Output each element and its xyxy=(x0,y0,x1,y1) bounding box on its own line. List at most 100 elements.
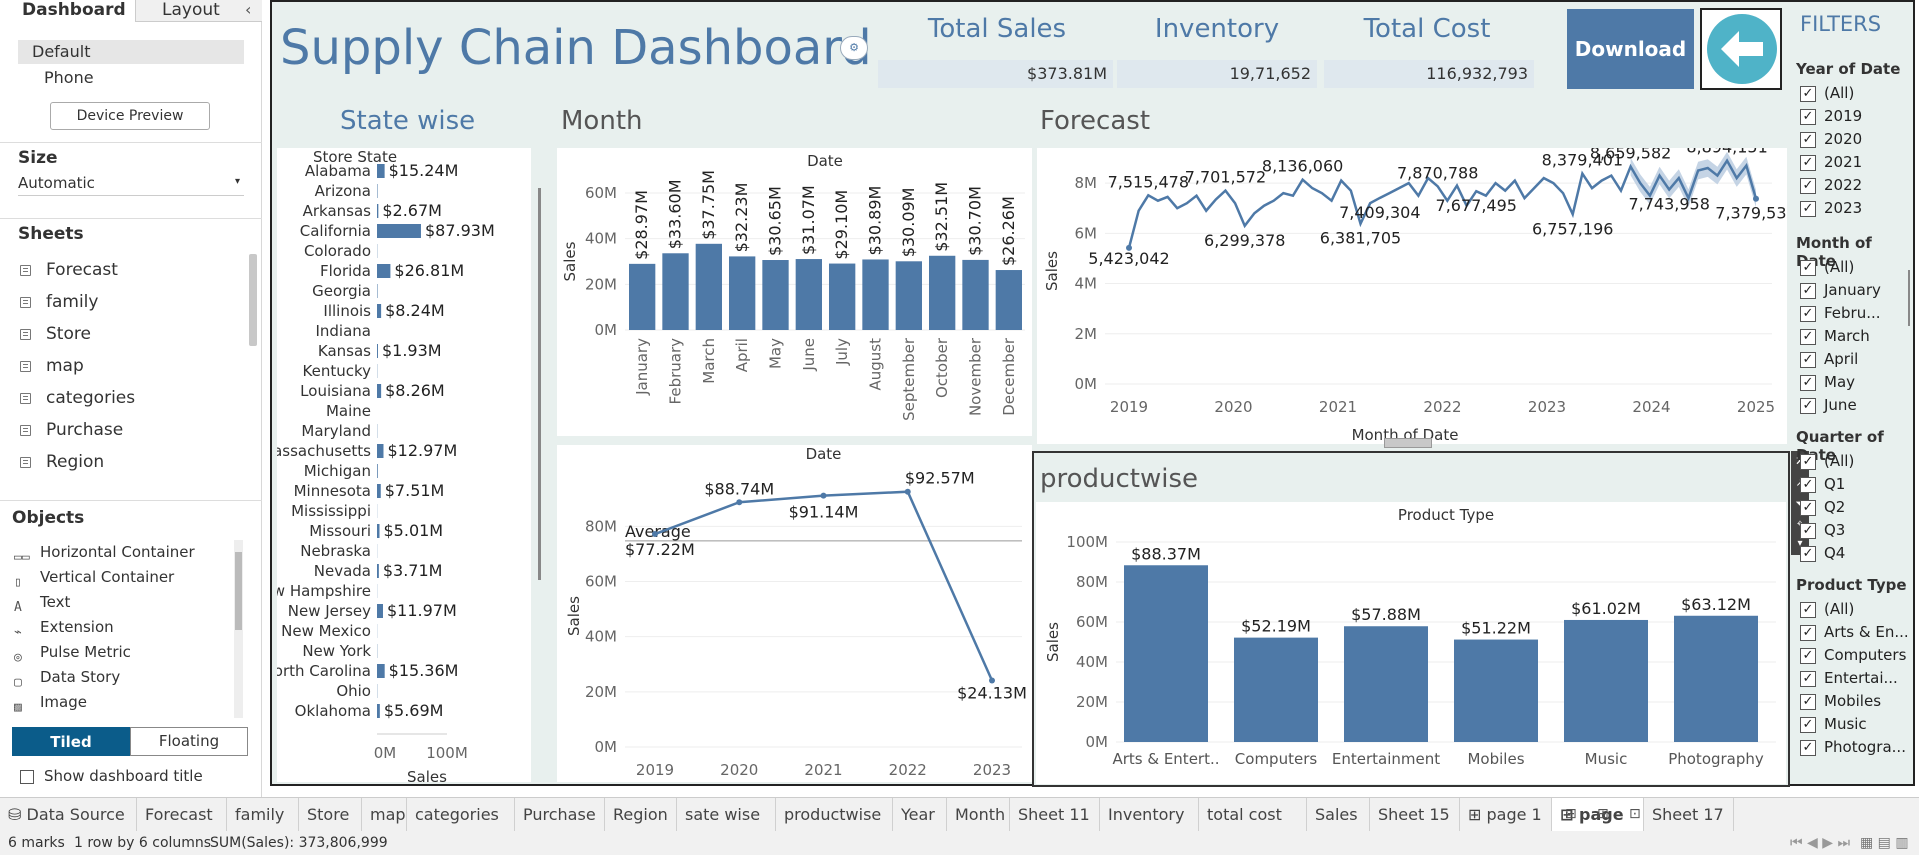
sheet-tab[interactable]: ⊞ page 1 xyxy=(1460,798,1552,831)
sheet-tab[interactable]: Forecast xyxy=(137,798,227,831)
new-story-icon[interactable]: ⊡ xyxy=(1629,799,1641,829)
filter-scrollbar[interactable] xyxy=(1908,270,1910,326)
month-bar[interactable] xyxy=(695,243,722,330)
sheet-tab[interactable]: Purchase xyxy=(515,798,605,831)
sheet-scrollbar[interactable] xyxy=(249,254,257,346)
resize-handle[interactable] xyxy=(1384,438,1432,448)
tab-layout[interactable]: Layout xyxy=(140,0,240,22)
filter-checkbox[interactable]: ✓ xyxy=(1800,375,1816,391)
product-bar[interactable] xyxy=(1564,619,1648,742)
state-bar[interactable] xyxy=(377,704,380,718)
filter-checkbox[interactable]: ✓ xyxy=(1800,454,1816,470)
sheet-tab[interactable]: family xyxy=(227,798,299,831)
state-bar[interactable] xyxy=(377,224,421,238)
year-point[interactable] xyxy=(736,499,743,506)
sheet-tab[interactable]: map xyxy=(362,798,407,831)
year-point[interactable] xyxy=(652,531,658,538)
product-bar[interactable] xyxy=(1234,637,1318,742)
show-title-checkbox[interactable] xyxy=(20,770,34,784)
sheet-item[interactable]: Purchase xyxy=(0,414,250,446)
filter-checkbox[interactable]: ✓ xyxy=(1800,155,1816,171)
grid-view-icon[interactable]: ▦ ▤ ▥ xyxy=(1860,831,1909,855)
year-point[interactable] xyxy=(904,488,911,495)
filter-checkbox[interactable]: ✓ xyxy=(1800,86,1816,102)
sheet-tab[interactable]: ⛁ Data Source xyxy=(0,798,137,831)
filter-checkbox[interactable]: ✓ xyxy=(1800,398,1816,414)
size-dropdown[interactable]: Automatic ▾ xyxy=(18,174,244,196)
state-bar[interactable] xyxy=(377,384,382,398)
month-bar[interactable] xyxy=(895,261,922,330)
state-bar[interactable] xyxy=(377,564,379,578)
chevron-left-icon[interactable]: ‹ xyxy=(245,0,251,19)
pager-icons[interactable]: ⏮ ◀ ▶ ⏭ xyxy=(1790,831,1850,855)
filter-checkbox[interactable]: ✓ xyxy=(1800,602,1816,618)
state-bar[interactable] xyxy=(377,304,382,318)
sheet-tab[interactable]: total cost xyxy=(1199,798,1307,831)
object-item[interactable]: ▭▭ Horizontal Container xyxy=(0,540,240,565)
state-bar[interactable] xyxy=(377,484,381,498)
state-bar[interactable] xyxy=(377,204,379,218)
device-default[interactable]: Default xyxy=(18,40,244,64)
new-worksheet-icon[interactable]: ⊞ xyxy=(1565,799,1577,829)
state-scrollbar[interactable] xyxy=(538,188,541,580)
sheet-item[interactable]: categories xyxy=(0,382,250,414)
filter-checkbox[interactable]: ✓ xyxy=(1800,260,1816,276)
state-bar[interactable] xyxy=(377,184,378,198)
month-bar[interactable] xyxy=(995,270,1022,330)
sheet-tab[interactable]: Store xyxy=(299,798,362,831)
filter-checkbox[interactable]: ✓ xyxy=(1800,523,1816,539)
filter-checkbox[interactable]: ✓ xyxy=(1800,329,1816,345)
object-item[interactable]: ◎ Pulse Metric xyxy=(0,640,240,665)
month-bar[interactable] xyxy=(862,259,889,330)
sheet-item[interactable]: Region xyxy=(0,446,250,478)
state-bar[interactable] xyxy=(377,164,385,178)
state-bar[interactable] xyxy=(377,444,384,458)
filter-checkbox[interactable]: ✓ xyxy=(1800,694,1816,710)
device-phone[interactable]: Phone xyxy=(18,66,244,90)
product-bar[interactable] xyxy=(1674,615,1758,742)
state-bar[interactable] xyxy=(377,464,378,478)
state-bar[interactable] xyxy=(377,524,380,538)
sheet-item[interactable]: map xyxy=(0,350,250,382)
filter-checkbox[interactable]: ✓ xyxy=(1800,201,1816,217)
product-bar[interactable] xyxy=(1454,639,1538,742)
sheet-tab[interactable]: Sales xyxy=(1307,798,1370,831)
back-button[interactable] xyxy=(1700,8,1782,90)
sheet-tab[interactable]: Year xyxy=(893,798,947,831)
sheet-tab[interactable]: Sheet 15 xyxy=(1370,798,1460,831)
month-bar[interactable] xyxy=(929,255,956,330)
download-button[interactable]: Download xyxy=(1567,9,1694,89)
state-bar[interactable] xyxy=(377,604,383,618)
filter-checkbox[interactable]: ✓ xyxy=(1800,306,1816,322)
filter-checkbox[interactable]: ✓ xyxy=(1800,740,1816,756)
filter-checkbox[interactable]: ✓ xyxy=(1800,625,1816,641)
sheet-tab[interactable]: Region xyxy=(605,798,677,831)
filter-checkbox[interactable]: ✓ xyxy=(1800,109,1816,125)
filter-checkbox[interactable]: ✓ xyxy=(1800,717,1816,733)
filter-checkbox[interactable]: ✓ xyxy=(1800,352,1816,368)
object-scrollbar-thumb[interactable] xyxy=(235,552,242,630)
filter-checkbox[interactable]: ✓ xyxy=(1800,477,1816,493)
sheet-tab[interactable]: Sheet 11 xyxy=(1010,798,1100,831)
month-bar[interactable] xyxy=(729,256,756,330)
object-item[interactable]: ▨ Image xyxy=(0,690,240,715)
sheet-tab[interactable]: sate wise xyxy=(677,798,776,831)
product-bar[interactable] xyxy=(1344,626,1428,742)
state-bar[interactable] xyxy=(377,264,391,278)
sheet-tab[interactable]: productwise xyxy=(776,798,893,831)
filter-checkbox[interactable]: ✓ xyxy=(1800,546,1816,562)
sheet-item[interactable]: Forecast xyxy=(0,254,250,286)
month-bar[interactable] xyxy=(795,259,822,330)
filter-checkbox[interactable]: ✓ xyxy=(1800,671,1816,687)
tiled-button[interactable]: Tiled xyxy=(12,727,130,756)
month-bar[interactable] xyxy=(762,260,789,330)
object-item[interactable]: ⌁ Extension xyxy=(0,615,240,640)
object-item[interactable]: A Text xyxy=(0,590,240,615)
month-bar[interactable] xyxy=(829,263,856,330)
filter-checkbox[interactable]: ✓ xyxy=(1800,283,1816,299)
sheet-tab[interactable]: Month xyxy=(947,798,1010,831)
object-item[interactable]: ▯ Vertical Container xyxy=(0,565,240,590)
sheet-tab[interactable]: categories xyxy=(407,798,515,831)
filter-checkbox[interactable]: ✓ xyxy=(1800,500,1816,516)
floating-button[interactable]: Floating xyxy=(130,727,248,756)
